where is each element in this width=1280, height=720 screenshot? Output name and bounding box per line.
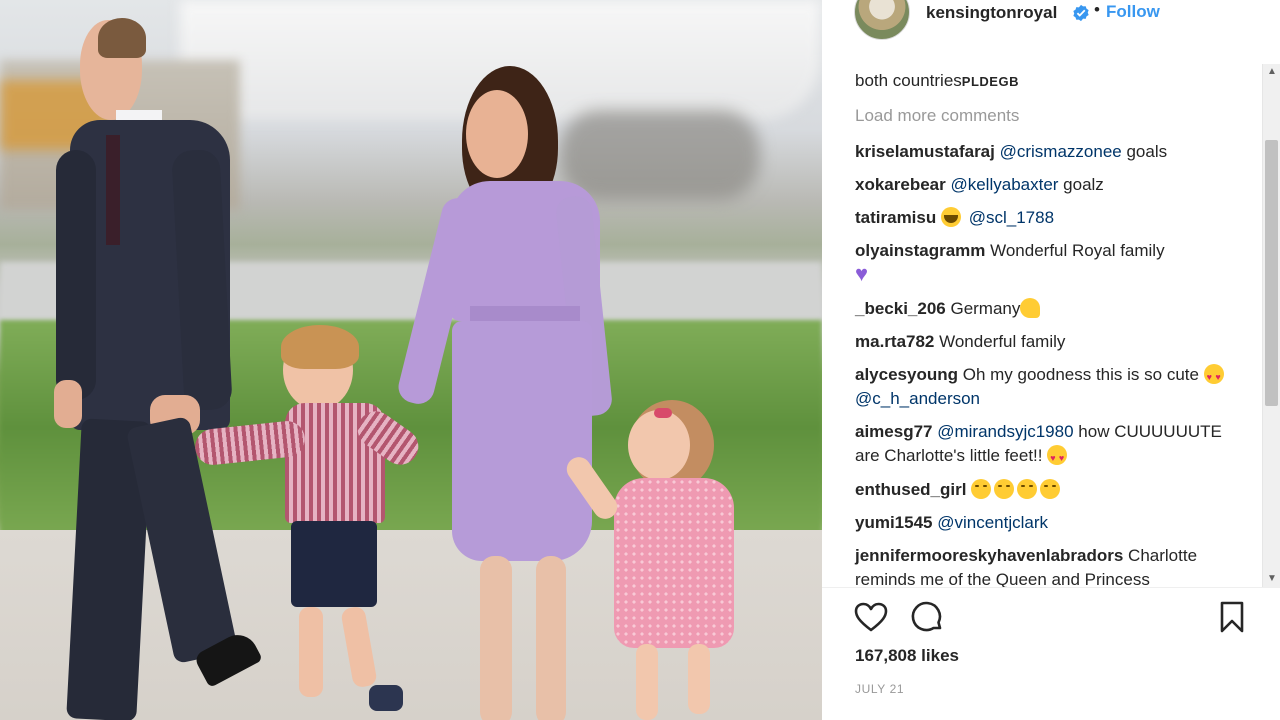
comment-username[interactable]: _becki_206 (855, 299, 946, 318)
caption-tail: both countriesPLDEGB (855, 71, 1019, 91)
comment-mention[interactable]: @vincentjclark (937, 513, 1048, 532)
comment-text: goalz (1058, 175, 1104, 194)
comment-username[interactable]: yumi1545 (855, 513, 933, 532)
comment-username[interactable]: alycesyoung (855, 365, 958, 384)
post-header: kensingtonroyal • Follow (822, 0, 1280, 64)
yum-face-emoji-icon (994, 479, 1015, 499)
figure-girl (562, 398, 750, 720)
post-side-panel: kensingtonroyal • Follow both countriesP… (822, 0, 1280, 720)
comment-text: Wonderful Royal family (985, 241, 1165, 260)
scroll-down-arrow[interactable]: ▼ (1263, 571, 1280, 587)
yum-face-emoji-icon (1040, 479, 1061, 499)
yum-face-emoji-icon (971, 479, 992, 499)
verified-badge-icon (1073, 4, 1089, 22)
comment-username[interactable]: kriselamustafaraj (855, 142, 995, 161)
profile-avatar[interactable] (854, 0, 910, 40)
comment-item: olyainstagramm Wonderful Royal family ♥ (855, 239, 1235, 288)
heart-eyes-emoji-icon (1203, 364, 1224, 389)
comment-username[interactable]: xokarebear (855, 175, 946, 194)
comment-item: kriselamustafaraj @crismazzonee goals (855, 140, 1235, 164)
load-more-comments-button[interactable]: Load more comments (855, 106, 1019, 126)
comment-text: goals (1121, 142, 1168, 161)
likes-count[interactable]: 167,808 likes (855, 646, 959, 666)
comment-item: yumi1545 @vincentjclark (855, 511, 1235, 535)
heart-outline-icon[interactable] (854, 602, 888, 632)
comment-username[interactable]: aimesg77 (855, 422, 933, 441)
post-date: JULY 21 (855, 682, 905, 696)
bookmark-icon[interactable] (1220, 601, 1244, 633)
comment-item: jennifermooreskyhavenlabradors Charlotte… (855, 544, 1235, 587)
purple-heart-icon: ♥ (855, 261, 869, 286)
comment-item: aimesg77 @mirandsyjc1980 how CUUUUUUTE a… (855, 420, 1235, 470)
heart-eyes-emoji-icon (1047, 445, 1068, 470)
comment-username[interactable]: jennifermooreskyhavenlabradors (855, 546, 1123, 565)
flexed-biceps-icon (1020, 298, 1041, 318)
header-separator: • (1094, 0, 1100, 19)
scroll-thumb[interactable] (1265, 140, 1278, 406)
scroll-up-arrow[interactable]: ▲ (1263, 64, 1280, 80)
post-photo[interactable] (0, 0, 822, 720)
comments-scrollbar[interactable]: ▲ ▼ (1262, 64, 1280, 587)
comment-item: alycesyoung Oh my goodness this is so cu… (855, 363, 1235, 411)
caption-tail-text: both countries (855, 71, 962, 90)
crying-emoji-icon (940, 207, 961, 227)
comment-mention[interactable]: @kellyabaxter (950, 175, 1058, 194)
figure-boy (193, 325, 426, 720)
follow-button[interactable]: Follow (1106, 2, 1160, 22)
comment-item: xokarebear @kellyabaxter goalz (855, 173, 1235, 197)
comment-item: _becki_206 Germany (855, 297, 1235, 321)
comment-username[interactable]: olyainstagramm (855, 241, 985, 260)
comment-mention[interactable]: @c_h_anderson (855, 389, 980, 408)
comment-mention[interactable]: @scl_1788 (969, 208, 1054, 227)
comment-username[interactable]: ma.rta782 (855, 332, 934, 351)
comment-username[interactable]: enthused_girl (855, 480, 966, 499)
comment-item: tatiramisu @scl_1788 (855, 206, 1235, 230)
post-actions (822, 587, 1280, 647)
comments-list[interactable]: both countriesPLDEGB Load more comments … (822, 64, 1280, 587)
comment-bubble-icon[interactable] (910, 600, 944, 634)
comment-text: Oh my goodness this is so cute (958, 365, 1204, 384)
comment-item: enthused_girl (855, 478, 1235, 502)
comment-text: Germany (945, 299, 1021, 318)
comment-item: ma.rta782 Wonderful family (855, 330, 1235, 354)
comment-text: Wonderful family (934, 332, 1066, 351)
yum-face-emoji-icon (1017, 479, 1038, 499)
comment-mention[interactable]: @crismazzonee (1000, 142, 1122, 161)
caption-tail-suffix: PLDEGB (961, 74, 1019, 89)
comment-mention[interactable]: @mirandsyjc1980 (937, 422, 1073, 441)
username-link[interactable]: kensingtonroyal (926, 3, 1057, 23)
comment-username[interactable]: tatiramisu (855, 208, 936, 227)
